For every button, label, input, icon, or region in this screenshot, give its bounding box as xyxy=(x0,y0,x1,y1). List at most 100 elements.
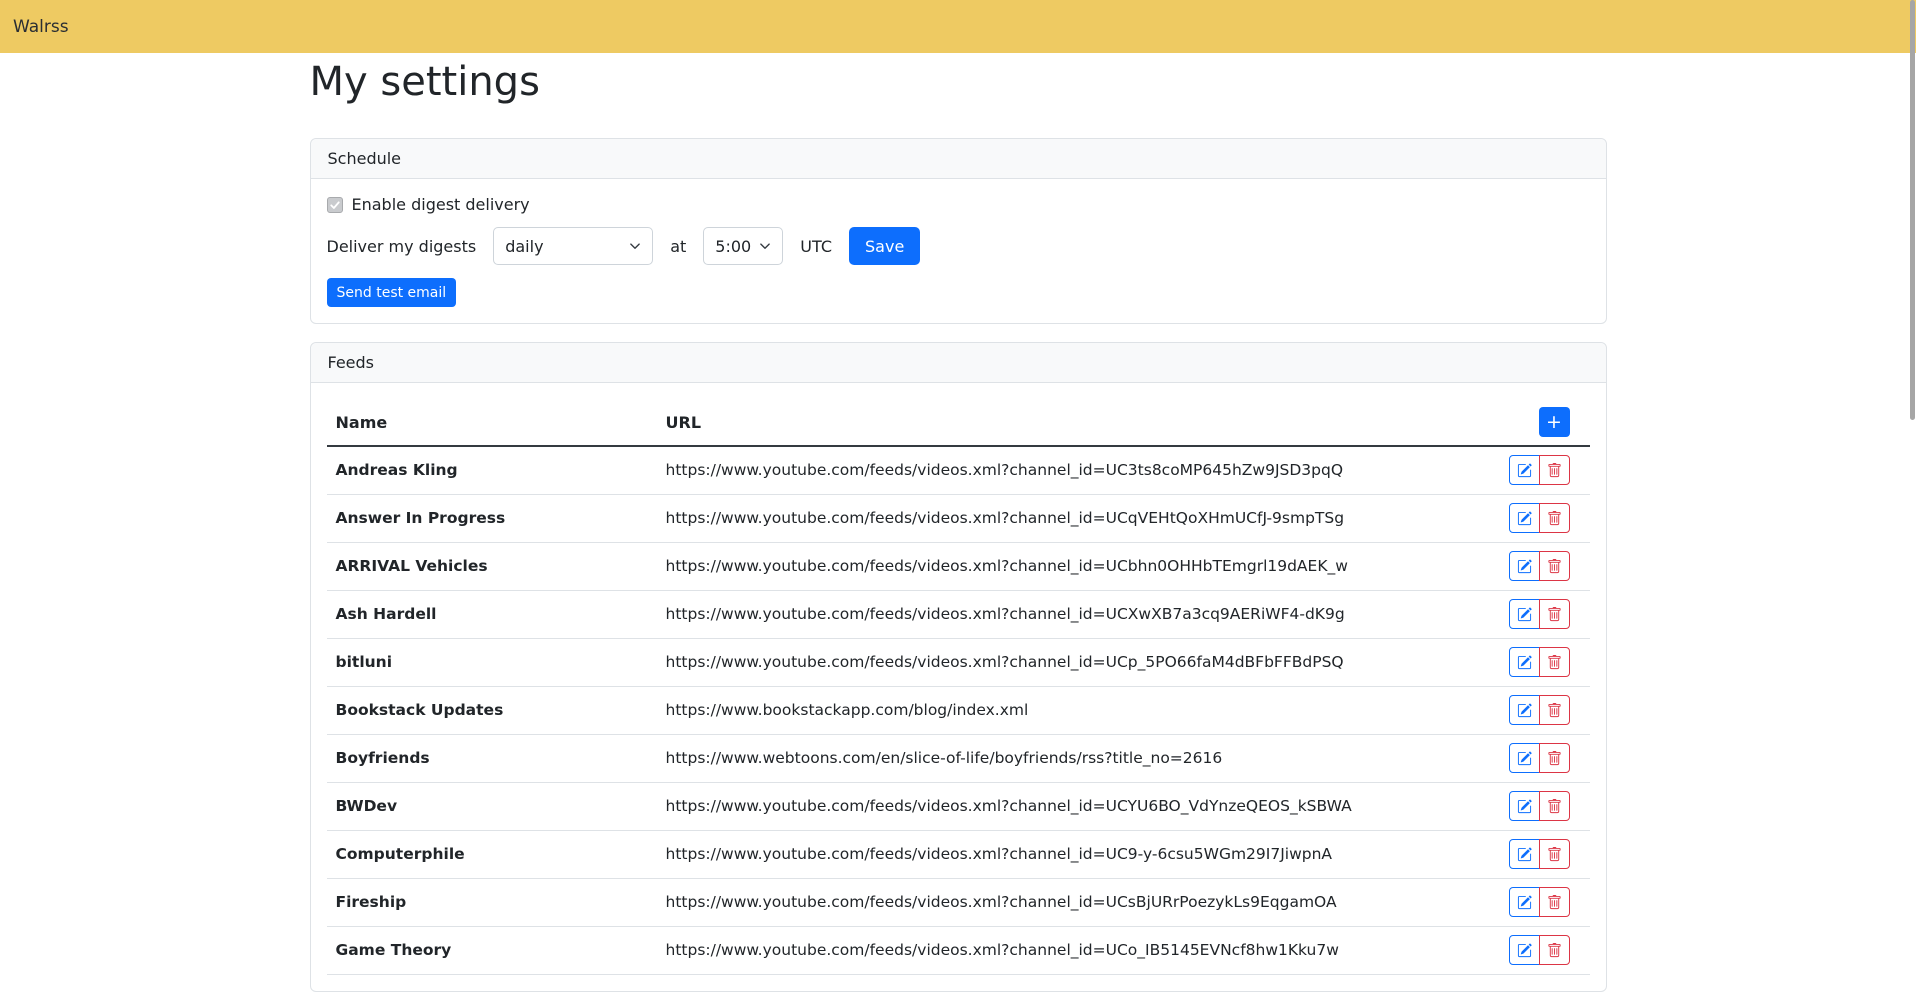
enable-digest-label[interactable]: Enable digest delivery xyxy=(352,195,530,214)
trash-icon xyxy=(1547,751,1562,766)
feed-table-row: Boyfriends https://www.webtoons.com/en/s… xyxy=(327,734,1590,782)
pencil-square-icon xyxy=(1517,703,1532,718)
pencil-square-icon xyxy=(1517,559,1532,574)
feed-name: ARRIVAL Vehicles xyxy=(327,542,657,590)
feed-actions-group xyxy=(1509,791,1570,821)
delivery-schedule-row: Deliver my digests daily at 5:00 UTC Sav… xyxy=(327,227,1590,265)
schedule-card-body: Enable digest delivery Deliver my digest… xyxy=(311,179,1606,323)
feed-table-row: Game Theory https://www.youtube.com/feed… xyxy=(327,926,1590,974)
trash-icon xyxy=(1547,607,1562,622)
main-content: My settings Schedule Enable digest deliv… xyxy=(310,59,1607,992)
page-scrollbar-thumb[interactable] xyxy=(1910,0,1915,420)
save-button[interactable]: Save xyxy=(849,227,920,265)
time-selected-value: 5:00 xyxy=(715,237,751,256)
trash-icon xyxy=(1547,463,1562,478)
trash-icon xyxy=(1547,655,1562,670)
edit-feed-button[interactable] xyxy=(1509,887,1540,917)
delete-feed-button[interactable] xyxy=(1539,647,1570,677)
trash-icon xyxy=(1547,799,1562,814)
trash-icon xyxy=(1547,943,1562,958)
feed-actions-cell xyxy=(1450,830,1590,878)
edit-feed-button[interactable] xyxy=(1509,455,1540,485)
enable-digest-row: Enable digest delivery xyxy=(327,195,1590,214)
feed-actions-group xyxy=(1509,839,1570,869)
delete-feed-button[interactable] xyxy=(1539,887,1570,917)
feed-actions-group xyxy=(1509,647,1570,677)
feeds-card: Feeds Name URL + Andreas Kling https://w… xyxy=(310,342,1607,992)
pencil-square-icon xyxy=(1517,463,1532,478)
feed-name: Boyfriends xyxy=(327,734,657,782)
feed-actions-cell xyxy=(1450,446,1590,494)
trash-icon xyxy=(1547,511,1562,526)
feed-actions-group xyxy=(1509,599,1570,629)
feed-actions-group xyxy=(1509,695,1570,725)
page-title: My settings xyxy=(310,59,1607,105)
feed-actions-group xyxy=(1509,503,1570,533)
app-brand-link[interactable]: Walrss xyxy=(13,17,69,37)
feed-url: https://www.youtube.com/feeds/videos.xml… xyxy=(657,782,1450,830)
delete-feed-button[interactable] xyxy=(1539,503,1570,533)
feed-table-row: ARRIVAL Vehicles https://www.youtube.com… xyxy=(327,542,1590,590)
feed-url: https://www.youtube.com/feeds/videos.xml… xyxy=(657,494,1450,542)
at-label: at xyxy=(670,237,686,256)
feed-url: https://www.youtube.com/feeds/videos.xml… xyxy=(657,590,1450,638)
add-feed-button[interactable]: + xyxy=(1539,407,1570,437)
delete-feed-button[interactable] xyxy=(1539,695,1570,725)
edit-feed-button[interactable] xyxy=(1509,695,1540,725)
feed-actions-cell xyxy=(1450,878,1590,926)
enable-digest-checkbox[interactable] xyxy=(327,197,343,213)
trash-icon xyxy=(1547,847,1562,862)
delete-feed-button[interactable] xyxy=(1539,791,1570,821)
edit-feed-button[interactable] xyxy=(1509,935,1540,965)
feeds-card-header: Feeds xyxy=(311,343,1606,383)
chevron-down-icon xyxy=(759,240,771,252)
feed-actions-cell xyxy=(1450,782,1590,830)
send-test-email-button[interactable]: Send test email xyxy=(327,278,457,307)
feed-actions-cell xyxy=(1450,590,1590,638)
delete-feed-button[interactable] xyxy=(1539,743,1570,773)
feeds-table-header-row: Name URL + xyxy=(327,399,1590,446)
feed-url: https://www.youtube.com/feeds/videos.xml… xyxy=(657,926,1450,974)
edit-feed-button[interactable] xyxy=(1509,839,1540,869)
feed-actions-cell xyxy=(1450,494,1590,542)
schedule-card: Schedule Enable digest delivery Deliver … xyxy=(310,138,1607,324)
trash-icon xyxy=(1547,703,1562,718)
time-select[interactable]: 5:00 xyxy=(703,227,783,265)
feed-url: https://www.youtube.com/feeds/videos.xml… xyxy=(657,878,1450,926)
feed-name: Ash Hardell xyxy=(327,590,657,638)
feed-actions-group xyxy=(1509,551,1570,581)
edit-feed-button[interactable] xyxy=(1509,551,1540,581)
feed-table-row: Answer In Progress https://www.youtube.c… xyxy=(327,494,1590,542)
feed-actions-cell xyxy=(1450,542,1590,590)
edit-feed-button[interactable] xyxy=(1509,743,1540,773)
check-icon xyxy=(329,199,341,211)
feed-name: BWDev xyxy=(327,782,657,830)
feeds-table-body: Andreas Kling https://www.youtube.com/fe… xyxy=(327,446,1590,974)
edit-feed-button[interactable] xyxy=(1509,791,1540,821)
delete-feed-button[interactable] xyxy=(1539,935,1570,965)
frequency-selected-value: daily xyxy=(505,237,543,256)
edit-feed-button[interactable] xyxy=(1509,647,1540,677)
feed-actions-group xyxy=(1509,935,1570,965)
timezone-label: UTC xyxy=(800,237,832,256)
frequency-select[interactable]: daily xyxy=(493,227,653,265)
feeds-table: Name URL + Andreas Kling https://www.you… xyxy=(327,399,1590,975)
edit-feed-button[interactable] xyxy=(1509,599,1540,629)
edit-feed-button[interactable] xyxy=(1509,503,1540,533)
feed-name: Game Theory xyxy=(327,926,657,974)
pencil-square-icon xyxy=(1517,655,1532,670)
delete-feed-button[interactable] xyxy=(1539,551,1570,581)
feed-url: https://www.bookstackapp.com/blog/index.… xyxy=(657,686,1450,734)
delete-feed-button[interactable] xyxy=(1539,599,1570,629)
feed-url: https://www.webtoons.com/en/slice-of-lif… xyxy=(657,734,1450,782)
schedule-card-header: Schedule xyxy=(311,139,1606,179)
plus-icon: + xyxy=(1546,411,1562,433)
delete-feed-button[interactable] xyxy=(1539,455,1570,485)
pencil-square-icon xyxy=(1517,511,1532,526)
column-header-url: URL xyxy=(657,399,1450,446)
feeds-card-body: Name URL + Andreas Kling https://www.you… xyxy=(311,383,1606,991)
feed-name: Answer In Progress xyxy=(327,494,657,542)
delete-feed-button[interactable] xyxy=(1539,839,1570,869)
pencil-square-icon xyxy=(1517,895,1532,910)
top-navbar: Walrss xyxy=(0,0,1916,53)
